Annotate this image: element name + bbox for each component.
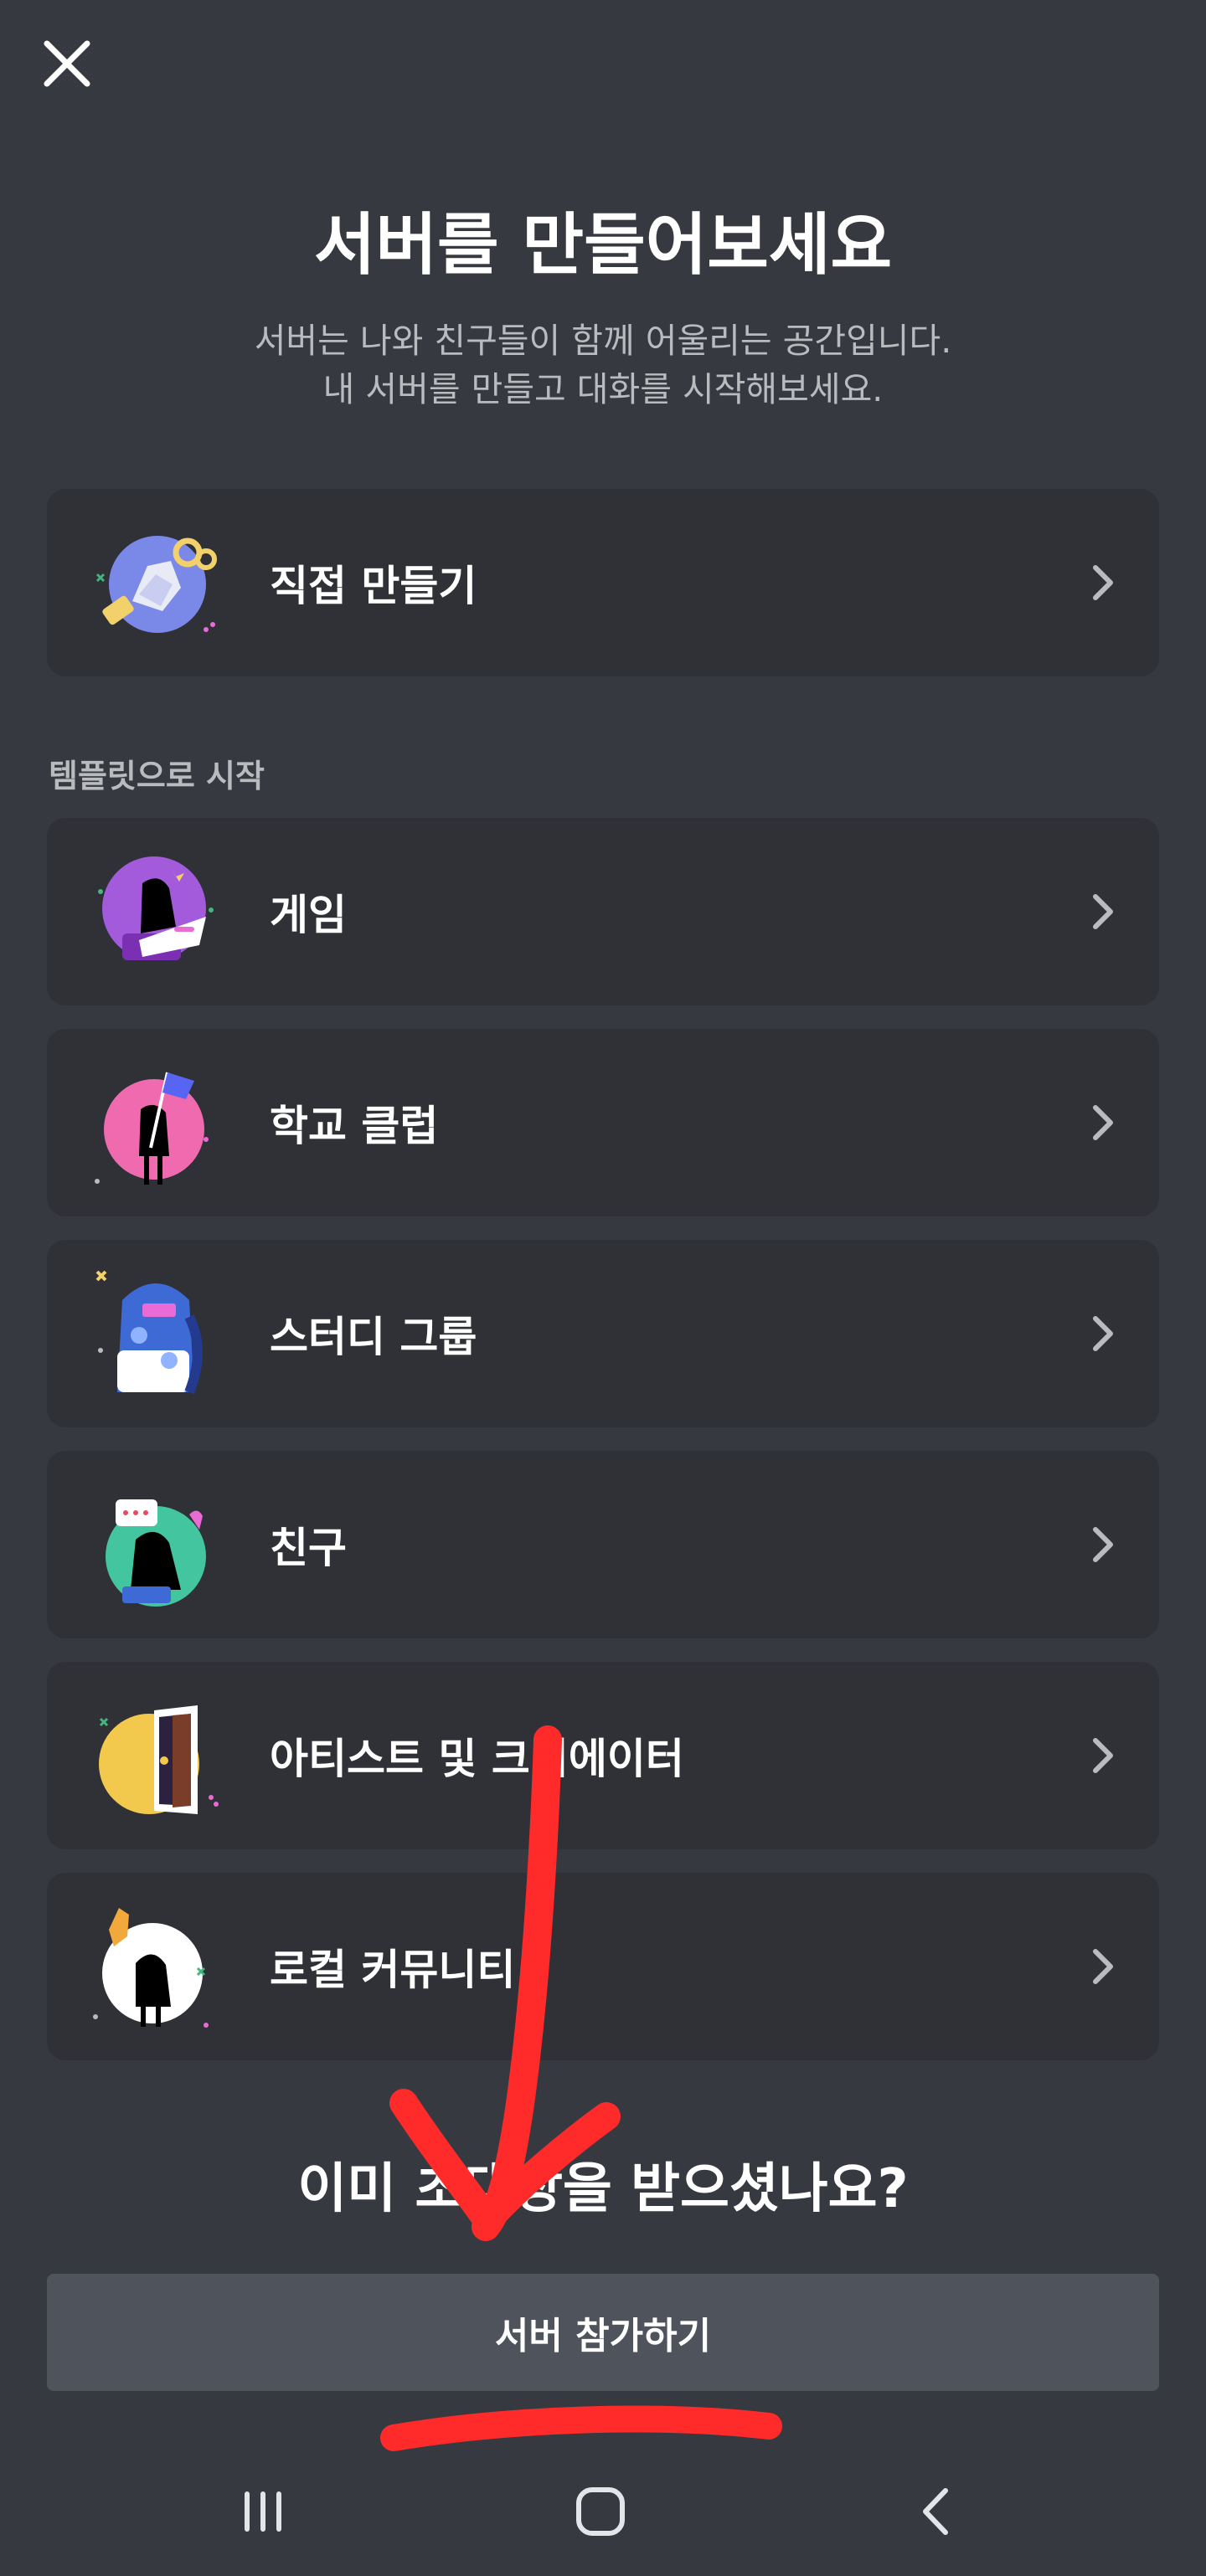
templates-section-label: 템플릿으로 시작: [49, 758, 265, 794]
back-icon: [923, 2488, 948, 2535]
subtitle-line-2: 내 서버를 만들고 대화를 시작해보세요.: [322, 369, 884, 409]
template-card-study-group[interactable]: 스터디 그룹: [47, 1240, 1159, 1427]
template-label-school-club: 학교 클럽: [270, 1102, 439, 1150]
chevron-right-icon: [1093, 1949, 1113, 1984]
template-card-gaming[interactable]: 게임: [47, 818, 1159, 1005]
chevron-right-icon: [1093, 1316, 1113, 1351]
friends-illustration: [106, 1499, 206, 1607]
page-subtitle: 서버는 나와 친구들이 함께 어울리는 공간입니다. 내 서버를 만들고 대화를…: [0, 316, 1206, 414]
create-own-label: 직접 만들기: [270, 562, 477, 610]
subtitle-line-1: 서버는 나와 친구들이 함께 어울리는 공간입니다.: [254, 321, 952, 361]
chevron-right-icon: [1093, 894, 1113, 929]
home-icon: [576, 2487, 625, 2536]
close-icon: [44, 40, 90, 87]
template-label-friends: 친구: [270, 1524, 347, 1572]
template-label-artists-creators: 아티스트 및 크리에이터: [270, 1735, 684, 1783]
page-title: 서버를 만들어보세요: [313, 206, 893, 284]
join-server-button[interactable]: 서버 참가하기: [47, 2274, 1159, 2391]
study-group-illustration: [95, 1270, 203, 1395]
template-label-study-group: 스터디 그룹: [270, 1313, 477, 1361]
chevron-right-icon: [1093, 1105, 1113, 1140]
template-label-gaming: 게임: [270, 891, 347, 939]
template-card-school-club[interactable]: 학교 클럽: [47, 1029, 1159, 1216]
create-server-illustration: [95, 536, 217, 633]
invite-heading: 이미 초대장을 받으셨나요?: [297, 2158, 909, 2220]
school-club-illustration: [95, 1072, 209, 1185]
chevron-right-icon: [1093, 1738, 1113, 1773]
chevron-right-icon: [1093, 565, 1113, 600]
recents-icon: [245, 2491, 281, 2532]
template-card-local-community[interactable]: 로컬 커뮤니티: [47, 1873, 1159, 2060]
template-label-local-community: 로컬 커뮤니티: [270, 1946, 516, 1994]
gaming-illustration: [98, 856, 214, 960]
artists-creators-illustration: [99, 1705, 219, 1814]
home-button[interactable]: [550, 2470, 651, 2553]
create-own-card[interactable]: 직접 만들기: [47, 489, 1159, 676]
local-community-illustration: [93, 1908, 209, 2028]
template-card-artists-creators[interactable]: 아티스트 및 크리에이터: [47, 1662, 1159, 1849]
chevron-right-icon: [1093, 1527, 1113, 1562]
template-card-friends[interactable]: 친구: [47, 1451, 1159, 1638]
back-button[interactable]: [888, 2470, 988, 2553]
close-button[interactable]: [34, 30, 100, 97]
system-navigation-bar: [0, 2445, 1206, 2576]
recents-button[interactable]: [213, 2470, 313, 2553]
